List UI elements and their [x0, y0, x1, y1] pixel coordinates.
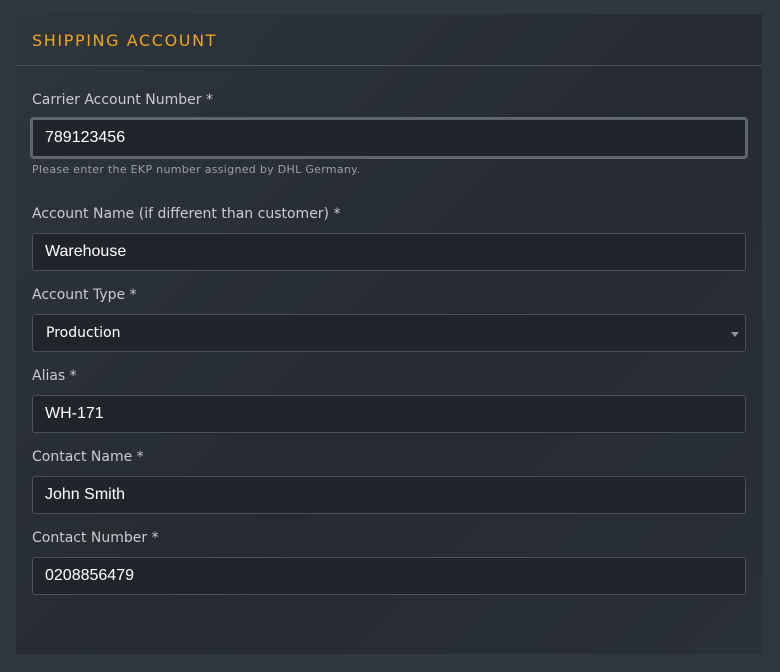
carrier-account-number-label: Carrier Account Number *	[32, 92, 213, 108]
panel-title: SHIPPING ACCOUNT	[32, 30, 218, 50]
contact-number-input[interactable]	[32, 557, 746, 595]
shipping-account-panel: SHIPPING ACCOUNT Carrier Account Number …	[16, 14, 762, 654]
contact-number-label: Contact Number *	[32, 530, 159, 546]
carrier-account-number-input[interactable]	[30, 117, 748, 159]
contact-name-input[interactable]	[32, 476, 746, 514]
carrier-account-number-help: Please enter the EKP number assigned by …	[32, 163, 361, 176]
account-name-input[interactable]	[32, 233, 746, 271]
alias-input[interactable]	[32, 395, 746, 433]
alias-label: Alias *	[32, 368, 77, 384]
account-type-value: Production	[46, 325, 121, 341]
chevron-down-icon	[731, 332, 739, 337]
account-type-select[interactable]: Production	[32, 314, 746, 352]
account-type-label: Account Type *	[32, 287, 137, 303]
panel-header: SHIPPING ACCOUNT	[16, 14, 762, 66]
contact-name-label: Contact Name *	[32, 449, 144, 465]
account-name-label: Account Name (if different than customer…	[32, 206, 341, 222]
